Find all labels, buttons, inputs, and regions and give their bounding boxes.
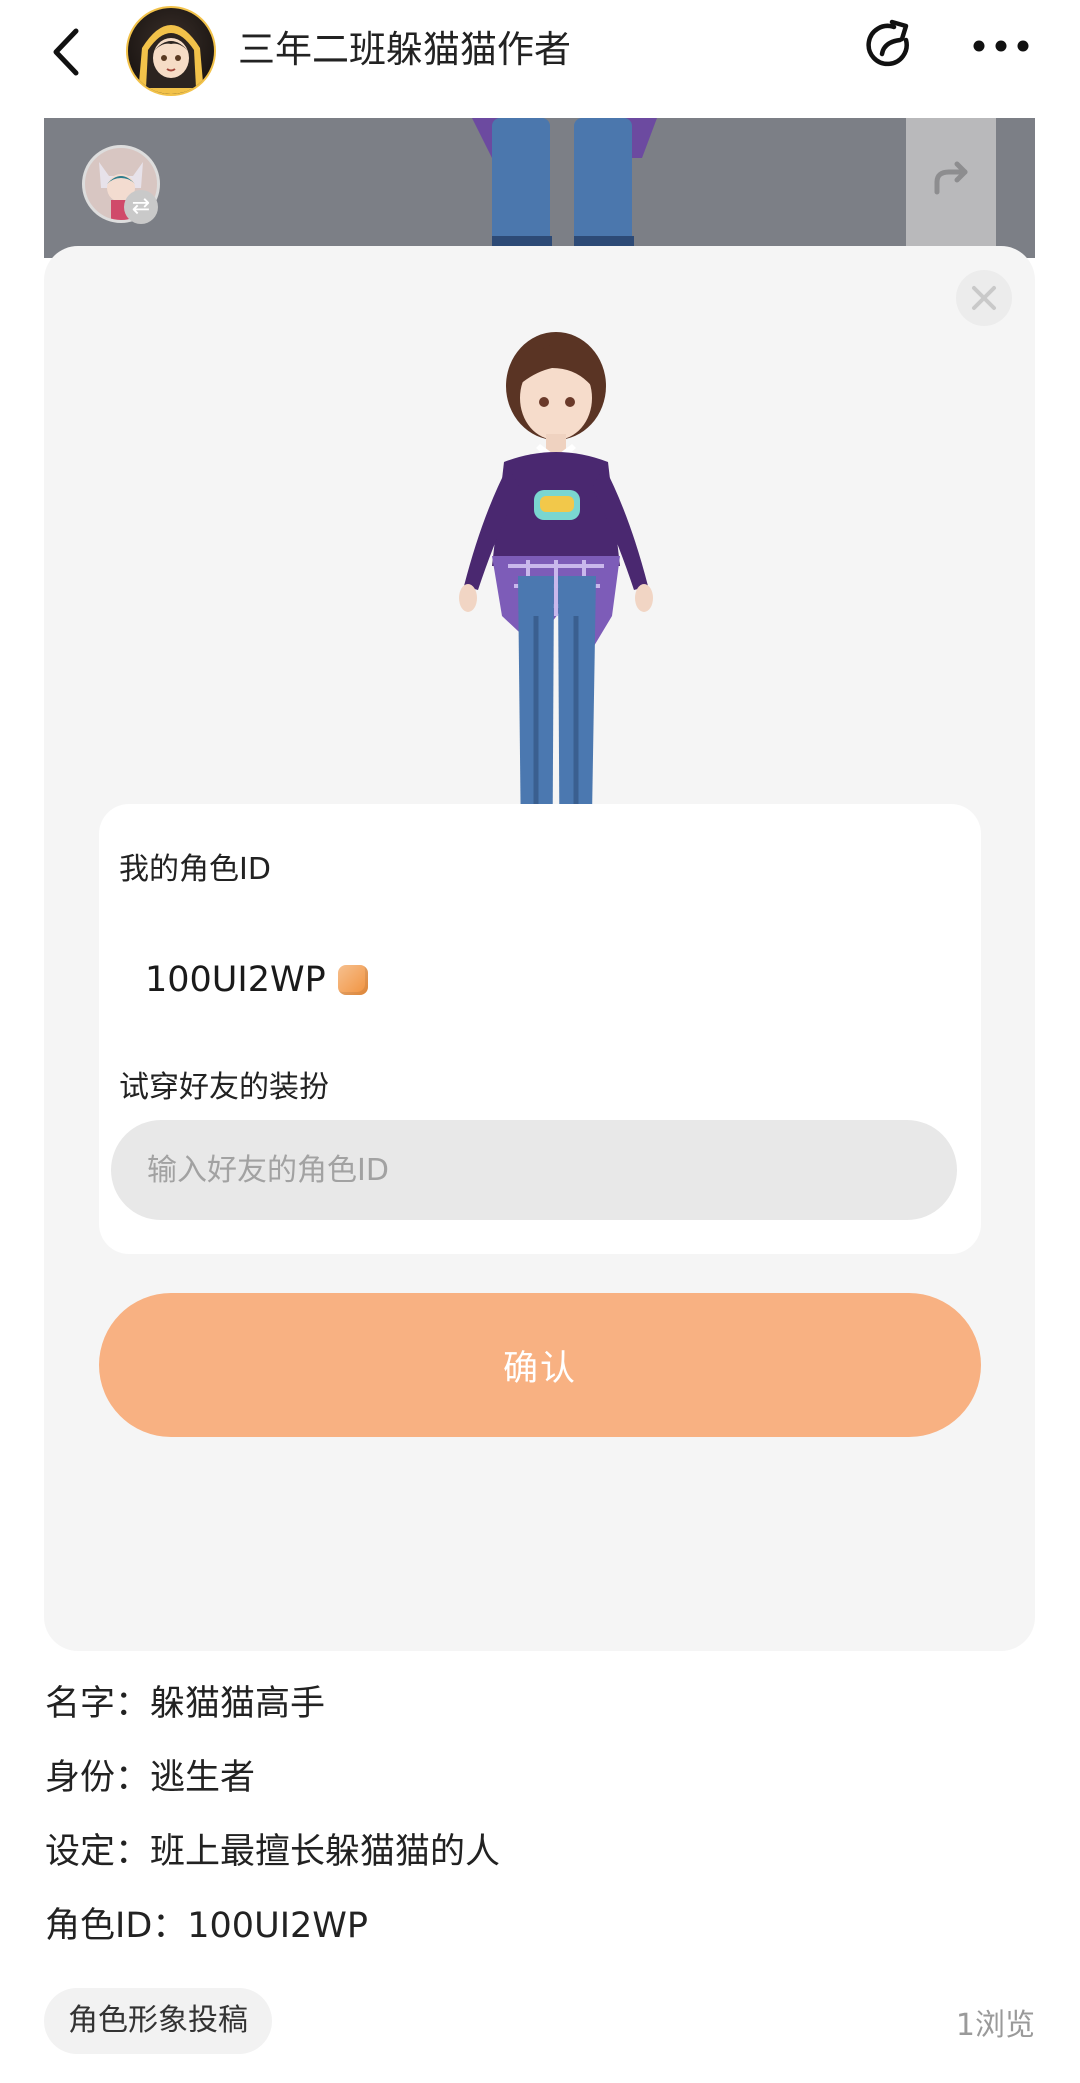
post-page: 三年二班躲猫猫作者 ⇄ 我的角色ID 100UI2WP 试穿好友的装扮 输入好友… [0, 0, 1080, 2083]
character-identity-line: 身份：逃生者 [45, 1758, 256, 1798]
share-icon [866, 19, 909, 67]
back-arrow-icon [53, 28, 79, 76]
friend-id-input[interactable] [111, 1120, 957, 1220]
author-name[interactable]: 三年二班躲猫猫作者 [238, 22, 571, 78]
my-id-row: 100UI2WP [145, 956, 368, 1004]
my-id-label: 我的角色ID [119, 852, 271, 887]
close-button[interactable] [956, 270, 1012, 326]
more-icon [973, 40, 1029, 52]
switch-badge-icon: ⇄ [124, 190, 158, 224]
view-count: 1浏览 [955, 2008, 1035, 2043]
avatar-illustration [138, 25, 204, 94]
character-name-line: 名字：躲猫猫高手 [45, 1684, 326, 1724]
character-id-line: 角色ID：100UI2WP [45, 1906, 368, 1946]
author-avatar[interactable] [126, 6, 216, 96]
try-on-label: 试穿好友的装扮 [119, 1070, 329, 1105]
character-scene-view [44, 118, 1035, 258]
character-legs-figure [472, 118, 657, 250]
top-bar: 三年二班躲猫猫作者 [0, 0, 1080, 110]
topic-tag[interactable]: 角色形象投稿 [44, 1988, 272, 2054]
close-icon [972, 286, 996, 310]
role-id-card: 我的角色ID 100UI2WP 试穿好友的装扮 [99, 804, 981, 1254]
redo-button[interactable] [906, 118, 996, 258]
try-on-modal: 我的角色ID 100UI2WP 试穿好友的装扮 确认 [44, 246, 1035, 1651]
my-id-value: 100UI2WP [145, 960, 326, 1000]
share-button[interactable] [858, 14, 922, 78]
copy-icon[interactable] [337, 965, 368, 995]
confirm-button[interactable]: 确认 [99, 1293, 981, 1437]
redo-icon [934, 161, 968, 195]
character-setting-line: 设定：班上最擅长躲猫猫的人 [45, 1832, 501, 1872]
more-button[interactable] [966, 14, 1036, 78]
back-button[interactable] [40, 20, 90, 84]
